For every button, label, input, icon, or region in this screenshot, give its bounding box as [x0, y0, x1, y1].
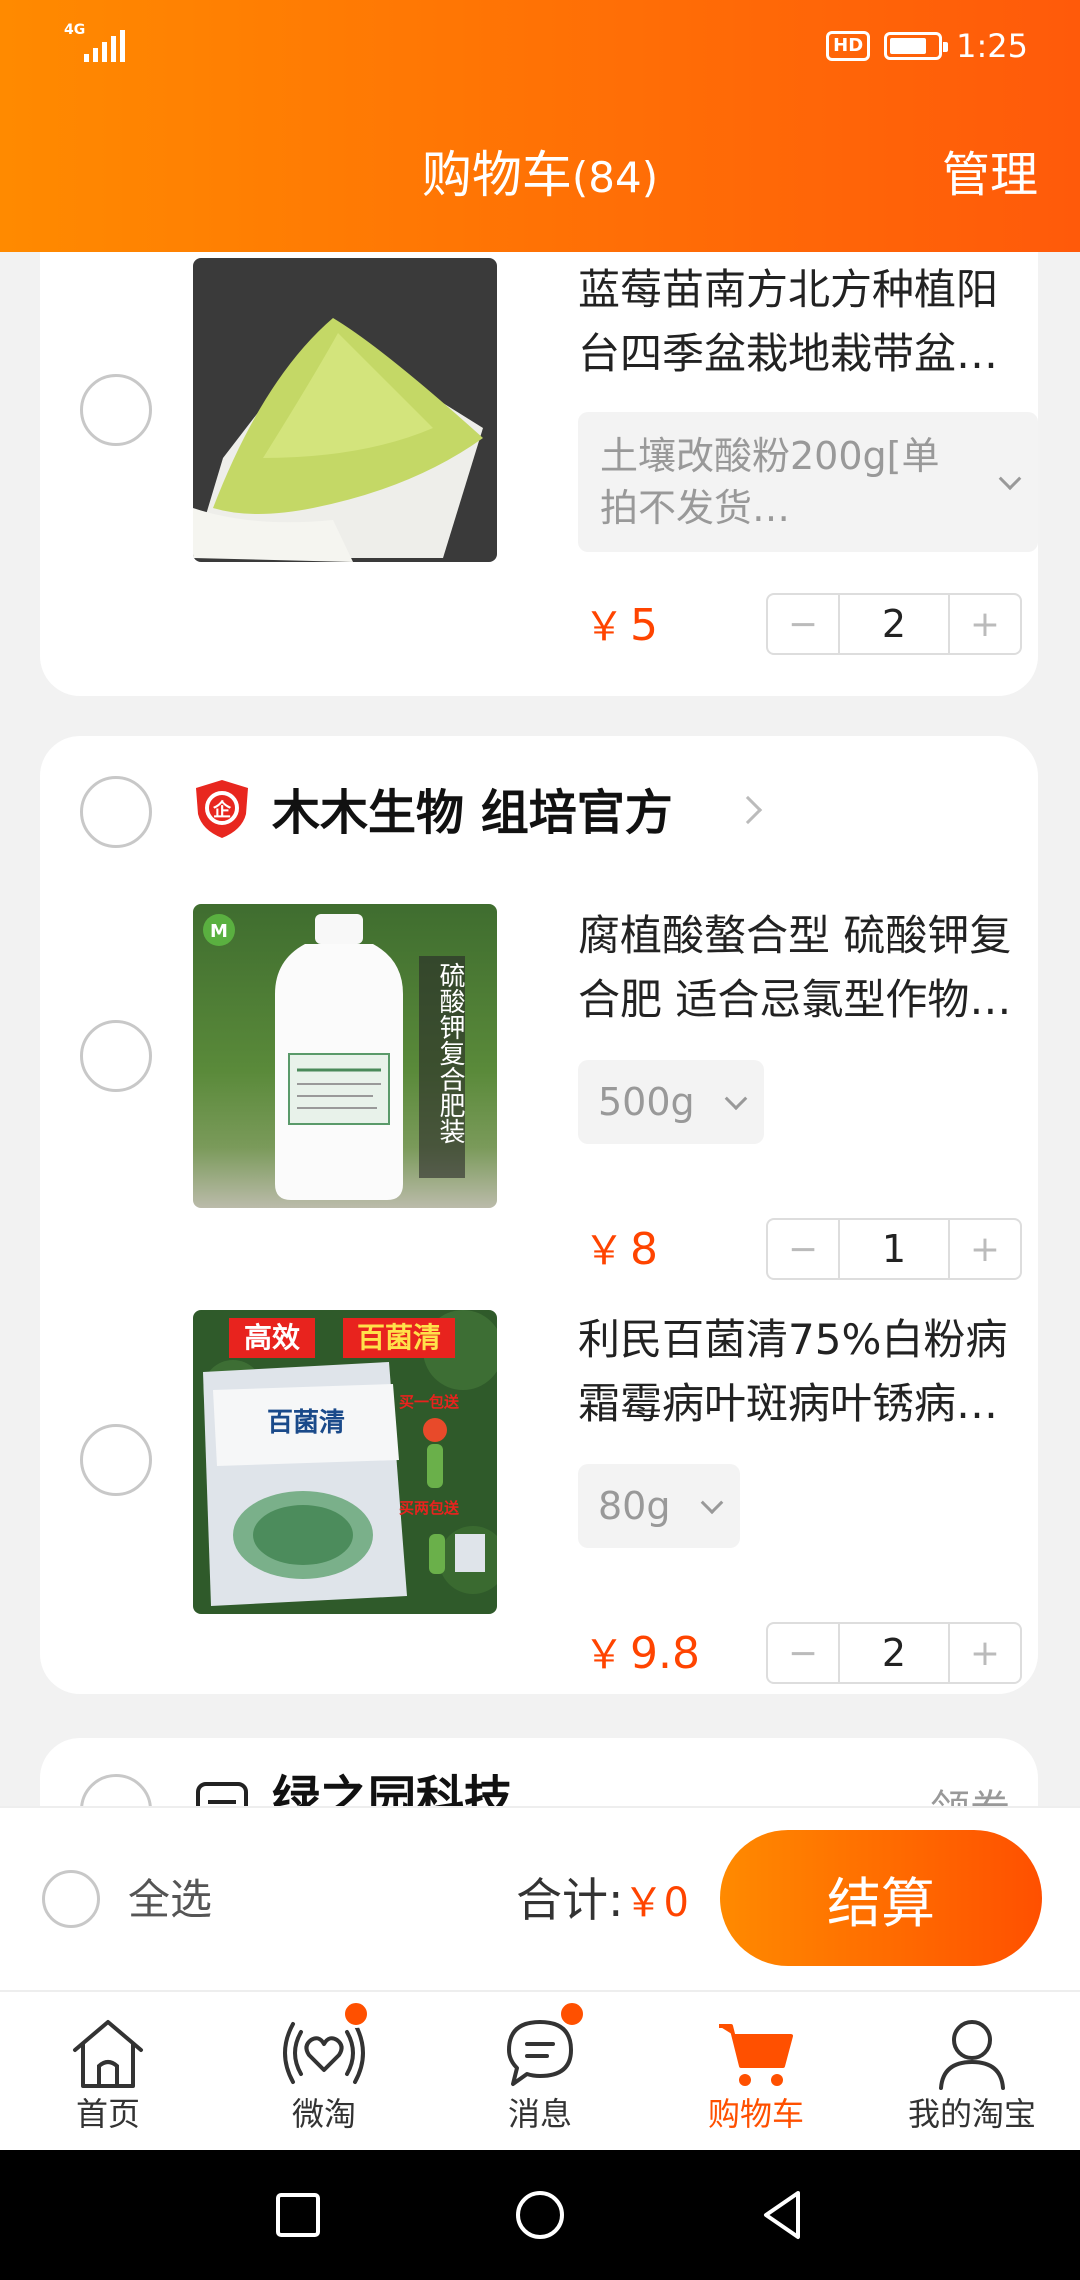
- decrease-button[interactable]: −: [768, 1220, 838, 1278]
- page-title-text: 购物车: [421, 146, 572, 204]
- sku-text: 500g: [598, 1080, 695, 1124]
- enterprise-badge-icon: 企: [196, 780, 248, 838]
- enterprise-badge-text: 企: [212, 799, 232, 821]
- product-image-promo-2: 买两包送: [399, 1499, 460, 1517]
- item-price-value: 5: [630, 600, 658, 651]
- shop-card: 企 木木生物 组培官方 M 硫酸钾复合肥装 腐植酸螯合型 硫酸钾复合肥 适合忌氯…: [40, 736, 1038, 1694]
- tab-messages[interactable]: 消息: [432, 1992, 648, 2150]
- status-right: HD 1:25: [826, 24, 1028, 68]
- product-image-promo-1: 买一包送: [399, 1393, 460, 1411]
- cart-icon: [719, 2024, 793, 2086]
- tab-label: 我的淘宝: [907, 2095, 1036, 2133]
- tab-cart[interactable]: 购物车: [648, 1992, 864, 2150]
- increase-button[interactable]: +: [950, 1624, 1020, 1682]
- product-image[interactable]: M 硫酸钾复合肥装: [193, 904, 497, 1208]
- notification-dot: [342, 2000, 370, 2028]
- total: 合计:￥0: [516, 1866, 689, 1937]
- increase-button[interactable]: +: [950, 595, 1020, 653]
- item-checkbox[interactable]: [80, 1020, 152, 1092]
- item-price: ￥ 5: [584, 596, 658, 657]
- chevron-down-icon: [700, 1491, 724, 1515]
- bottle-label-text: 硫酸钾复合肥装: [435, 962, 465, 1144]
- tab-label: 消息: [507, 2095, 572, 2133]
- increase-button[interactable]: +: [950, 1220, 1020, 1278]
- notification-dot: [558, 2000, 586, 2028]
- quantity-value[interactable]: 1: [838, 1220, 950, 1278]
- shop-checkbox[interactable]: [80, 776, 152, 848]
- total-amount: 0: [663, 1880, 689, 1926]
- hd-badge: HD: [826, 31, 871, 61]
- chevron-down-icon: [998, 467, 1022, 491]
- quantity-stepper[interactable]: − 2 +: [766, 1622, 1022, 1684]
- sku-selector[interactable]: 500g: [578, 1060, 764, 1144]
- shop-name[interactable]: 木木生物 组培官方: [272, 780, 673, 846]
- currency: ￥: [584, 1632, 624, 1678]
- tab-label: 购物车: [707, 2095, 804, 2133]
- quantity-stepper[interactable]: − 2 +: [766, 593, 1022, 655]
- profile-icon: [939, 2020, 1005, 2090]
- sku-text: 80g: [598, 1484, 671, 1528]
- cart-card: 蓝莓苗南方北方种植阳台四季盆栽地栽带盆… 土壤改酸粉200g[单拍不发货… ￥ 5…: [40, 200, 1038, 696]
- chevron-right-icon: [733, 795, 763, 825]
- page-title: 购物车(84): [0, 140, 1080, 213]
- recent-apps-icon[interactable]: [268, 2185, 328, 2245]
- sku-text: 土壤改酸粉200g[单拍不发货…: [600, 434, 940, 530]
- sku-selector[interactable]: 80g: [578, 1464, 740, 1548]
- home-button-icon[interactable]: [510, 2185, 570, 2245]
- manage-button[interactable]: 管理: [942, 140, 1038, 210]
- tab-bar: 首页 微淘 消息 购物车 我的淘宝: [0, 1990, 1080, 2150]
- signal-icon: 4G: [64, 22, 125, 66]
- product-image-badge-right: 百菌清: [356, 1321, 441, 1354]
- decrease-button[interactable]: −: [768, 595, 838, 653]
- tab-weitao[interactable]: 微淘: [216, 1992, 432, 2150]
- tab-label: 首页: [75, 2095, 140, 2133]
- product-image-badge-left: 高效: [243, 1321, 300, 1354]
- clock: 1:25: [956, 27, 1028, 65]
- product-name[interactable]: 腐植酸螯合型 硫酸钾复合肥 适合忌氯型作物…: [578, 904, 1038, 1032]
- quantity-stepper[interactable]: − 1 +: [766, 1218, 1022, 1280]
- item-price: ￥ 8: [584, 1220, 658, 1281]
- product-image-brand: 百菌清: [266, 1408, 345, 1438]
- total-currency: ￥: [623, 1880, 664, 1926]
- item-checkbox[interactable]: [80, 1424, 152, 1496]
- select-all-label[interactable]: 全选: [128, 1868, 212, 1932]
- product-image[interactable]: [193, 258, 497, 562]
- item-price-value: 8: [630, 1224, 658, 1275]
- cart-count: (84): [571, 153, 659, 202]
- home-icon: [73, 2020, 143, 2088]
- decrease-button[interactable]: −: [768, 1624, 838, 1682]
- item-checkbox[interactable]: [80, 374, 152, 446]
- tab-home[interactable]: 首页: [0, 1992, 216, 2150]
- item-price-value: 9.8: [630, 1628, 700, 1679]
- chevron-down-icon: [724, 1087, 748, 1111]
- item-price: ￥ 9.8: [584, 1624, 700, 1685]
- quantity-value[interactable]: 2: [838, 595, 950, 653]
- currency: ￥: [584, 604, 624, 650]
- tab-profile[interactable]: 我的淘宝: [864, 1992, 1080, 2150]
- shop-header[interactable]: 企 木木生物 组培官方: [40, 736, 1038, 886]
- product-image[interactable]: 高效 百菌清 百菌清 买一包送 买两包送: [193, 1310, 497, 1614]
- product-name[interactable]: 蓝莓苗南方北方种植阳台四季盆栽地栽带盆…: [578, 258, 1038, 386]
- quantity-value[interactable]: 2: [838, 1624, 950, 1682]
- system-nav-bar: [0, 2150, 1080, 2280]
- header: 4G HD 1:25 购物车(84) 管理: [0, 0, 1080, 252]
- tab-label: 微淘: [291, 2095, 356, 2133]
- checkout-button[interactable]: 结算: [720, 1830, 1042, 1966]
- svg-text:M: M: [210, 921, 228, 942]
- select-all-checkbox[interactable]: [42, 1870, 100, 1928]
- product-name[interactable]: 利民百菌清75%白粉病霜霉病叶斑病叶锈病…: [578, 1308, 1038, 1436]
- status-bar: 4G HD 1:25: [0, 0, 1080, 92]
- battery-icon: [884, 32, 949, 60]
- back-icon[interactable]: [752, 2185, 812, 2245]
- sku-selector[interactable]: 土壤改酸粉200g[单拍不发货…: [578, 412, 1038, 552]
- currency: ￥: [584, 1228, 624, 1274]
- checkout-bar: 全选 合计:￥0 结算: [0, 1806, 1080, 1990]
- total-label: 合计:: [516, 1873, 624, 1927]
- network-label: 4G: [64, 22, 86, 38]
